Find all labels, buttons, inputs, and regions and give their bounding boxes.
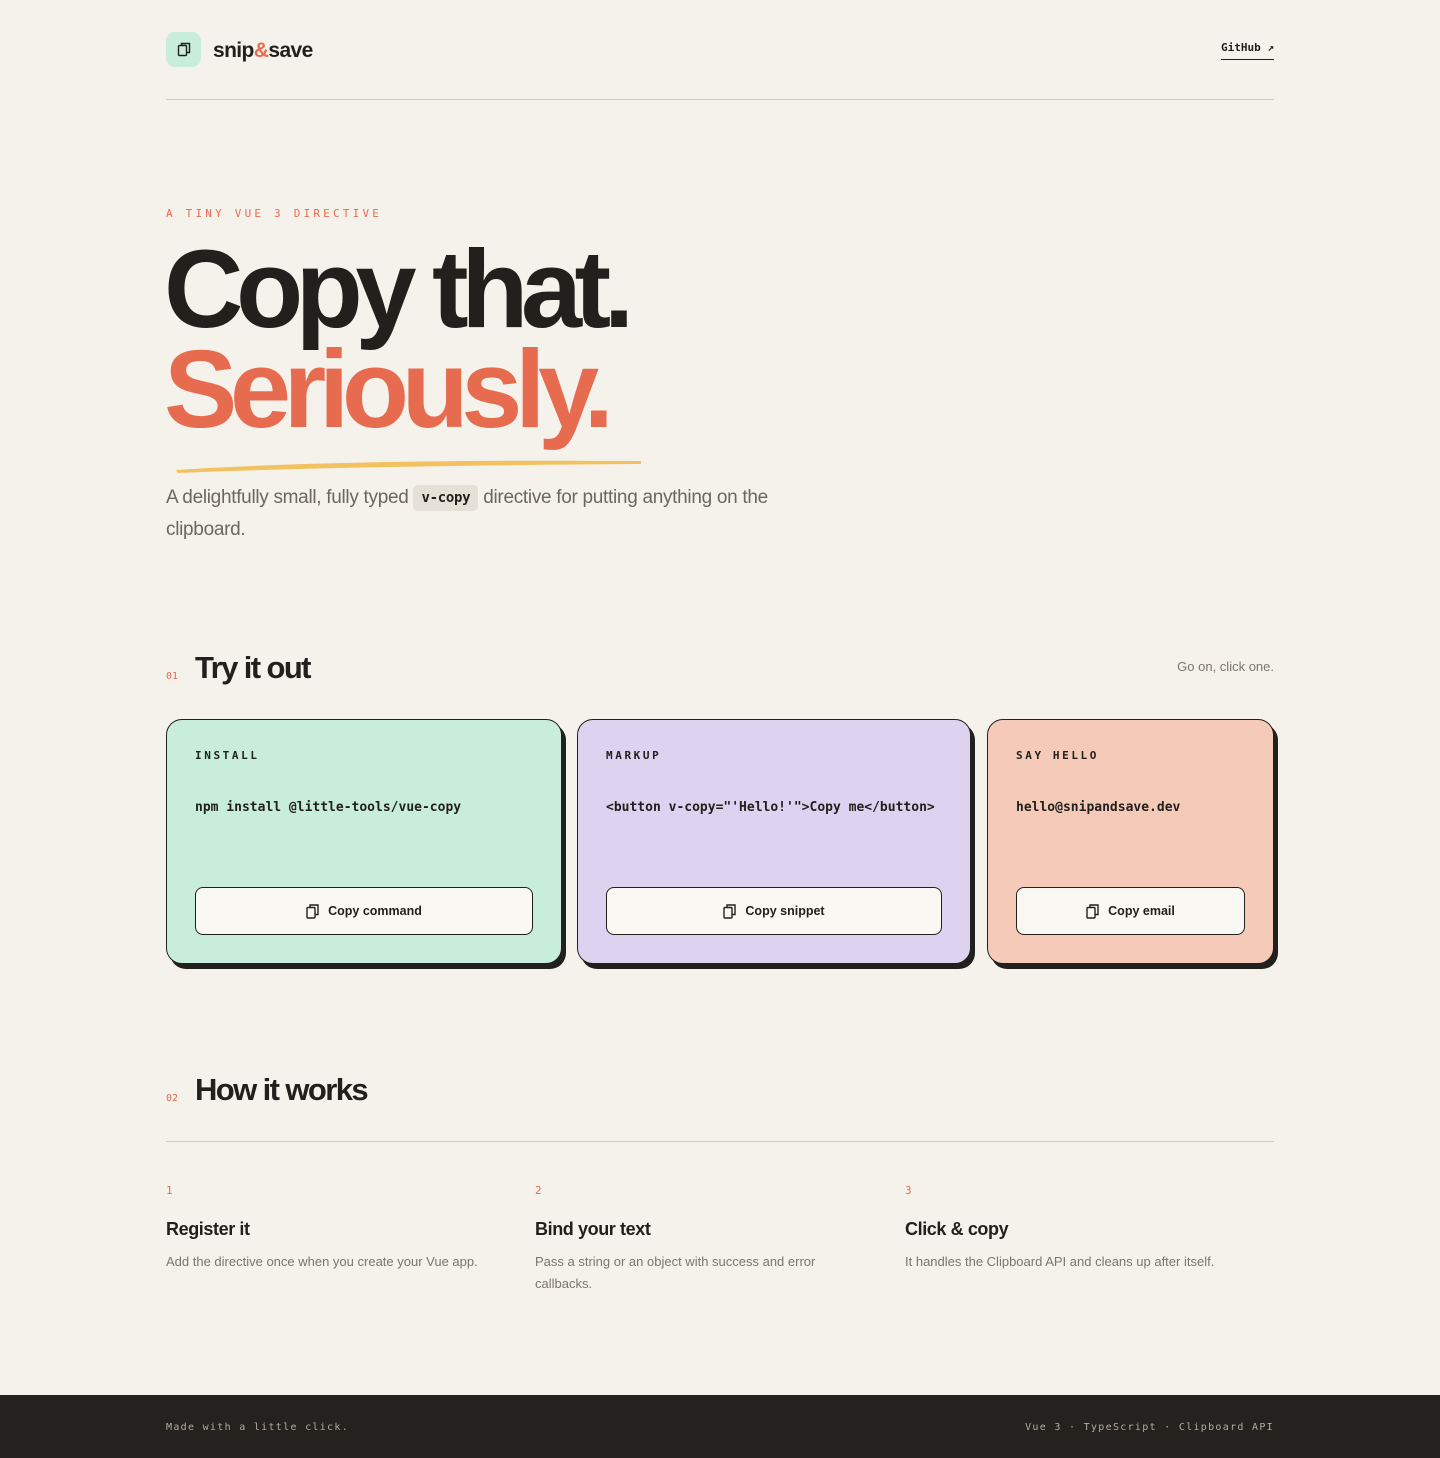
step-description: Add the directive once when you create y… — [166, 1254, 478, 1269]
brand-name[interactable]: snip&save — [213, 39, 313, 63]
site-footer: Made with a little click. Vue 3 · TypeSc… — [0, 1395, 1440, 1458]
button-label: Copy command — [328, 904, 422, 918]
copy-icon — [306, 903, 319, 919]
card-code: hello@snipandsave.dev — [1016, 800, 1181, 815]
section-number-try: 01 — [166, 671, 179, 682]
section-hint: Go on, click one. — [1177, 659, 1274, 674]
brand-ampersand: & — [253, 39, 269, 62]
card-code: npm install @little-tools/vue-copy — [195, 800, 462, 815]
card-install: INSTALL npm install @little-tools/vue-co… — [166, 719, 562, 964]
section-title-how: How it works — [195, 1072, 369, 1107]
hero-lead: A delightfully small, fully typed v-copy… — [166, 482, 776, 546]
copy-icon — [1086, 903, 1099, 919]
lead-text-before: A delightfully small, fully typed — [166, 487, 414, 508]
site-header: snip&save GitHub ↗ — [166, 32, 1274, 68]
hero-title-line-2: Seriously. — [164, 328, 614, 451]
copy-icon — [177, 42, 190, 57]
section-title-try: Try it out — [195, 650, 311, 685]
how-divider — [166, 1141, 1274, 1142]
github-link[interactable]: GitHub ↗ — [1221, 41, 1274, 60]
header-divider — [166, 99, 1274, 100]
copy-email-button[interactable]: Copy email — [1016, 887, 1245, 935]
card-markup: MARKUP <button v-copy="'Hello!'">Copy me… — [577, 719, 971, 964]
copy-command-button[interactable]: Copy command — [195, 887, 533, 935]
step-title: Bind your text — [535, 1219, 651, 1239]
step-title: Register it — [166, 1219, 250, 1239]
hero-title: Copy that. Seriously. — [164, 235, 634, 451]
card-label: INSTALL — [195, 749, 260, 762]
footer-credit: Made with a little click. — [166, 1422, 350, 1433]
brand-part-2: save — [268, 39, 313, 62]
step-number: 2 — [535, 1184, 542, 1197]
brand-part-1: snip — [213, 39, 254, 62]
step-title: Click & copy — [905, 1219, 1009, 1239]
button-label: Copy snippet — [745, 904, 825, 918]
copy-icon — [723, 903, 737, 919]
step-number: 1 — [166, 1184, 173, 1197]
card-label: MARKUP — [606, 749, 662, 762]
step-description: Pass a string or an object with success … — [535, 1254, 816, 1291]
copy-snippet-button[interactable]: Copy snippet — [606, 887, 942, 935]
section-number-how: 02 — [166, 1093, 179, 1104]
step-description: It handles the Clipboard API and cleans … — [905, 1254, 1215, 1269]
card-code: <button v-copy="'Hello!'">Copy me</butto… — [606, 800, 935, 815]
button-label: Copy email — [1108, 904, 1175, 918]
lead-code-pill: v-copy — [413, 485, 479, 511]
card-label: SAY HELLO — [1016, 749, 1100, 762]
hero-eyebrow: A TINY VUE 3 DIRECTIVE — [166, 207, 383, 220]
hero-underline-swash — [176, 460, 641, 473]
step-number: 3 — [905, 1184, 912, 1197]
card-say-hello: SAY HELLO hello@snipandsave.dev Copy ema… — [987, 719, 1274, 964]
footer-tech-stack: Vue 3 · TypeScript · Clipboard API — [1025, 1422, 1274, 1433]
logo-mark[interactable] — [166, 32, 201, 67]
